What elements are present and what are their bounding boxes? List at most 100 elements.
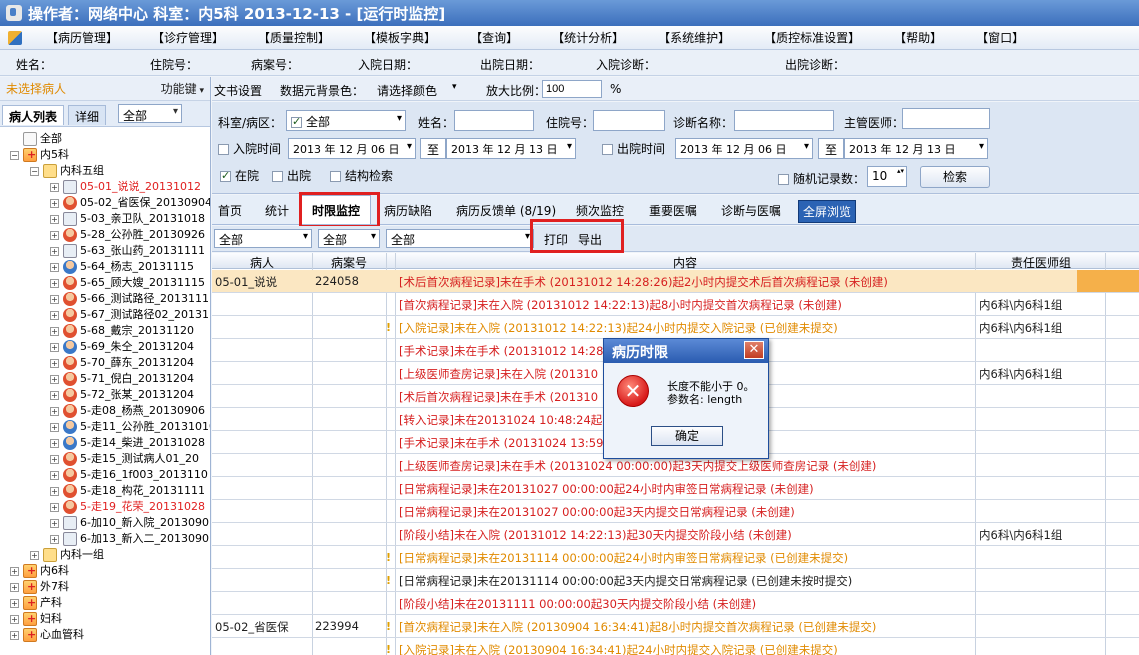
- table-row[interactable]: ! [日常病程记录]未在20131114 00:00:00起3天内提交日常病程记录…: [212, 569, 1139, 592]
- tree-item[interactable]: +5-65_顾大嫂_20131115: [50, 275, 205, 291]
- tab-statistics[interactable]: 统计: [265, 202, 289, 219]
- menu-template-dict[interactable]: 【模板字典】: [354, 27, 446, 48]
- tab-important-orders[interactable]: 重要医嘱: [649, 202, 697, 219]
- expand-icon[interactable]: +: [50, 470, 59, 480]
- expand-icon[interactable]: +: [50, 326, 59, 336]
- table-row[interactable]: [阶段小结]未在20131111 00:00:00起30天内提交阶段小结 (未创…: [212, 592, 1139, 615]
- menu-quality-control[interactable]: 【质量控制】: [248, 27, 340, 48]
- tree-item[interactable]: +5-63_张山药_20131111: [50, 243, 205, 259]
- expand-icon[interactable]: +: [50, 454, 59, 464]
- discharged-option[interactable]: 出院: [272, 167, 311, 184]
- table-row[interactable]: ! [入院记录]未在入院 (20131012 14:22:13)起24小时内提交入…: [212, 316, 1139, 339]
- tree-item[interactable]: +5-走14_柴进_20131028: [50, 435, 205, 451]
- zoom-input[interactable]: [542, 80, 602, 98]
- tree-item[interactable]: +5-03_亲卫队_20131018: [50, 211, 205, 227]
- structured-search-option[interactable]: 结构检索: [330, 167, 393, 184]
- tree-item[interactable]: + 妇科: [10, 611, 62, 627]
- table-row[interactable]: [日常病程记录]未在20131027 00:00:00起3天内提交日常病程记录 …: [212, 500, 1139, 523]
- tree-item[interactable]: 全部: [10, 131, 62, 147]
- tree-item[interactable]: + 产科: [10, 595, 62, 611]
- table-row[interactable]: ! [日常病程记录]未在20131114 00:00:00起24小时内审签日常病程…: [212, 546, 1139, 569]
- expand-icon[interactable]: +: [50, 374, 59, 384]
- expand-icon[interactable]: +: [50, 390, 59, 400]
- structured-search-checkbox[interactable]: [330, 171, 341, 182]
- expand-icon[interactable]: +: [50, 246, 59, 256]
- tree-item[interactable]: +05-01_说说_20131012: [50, 179, 201, 195]
- tree-item[interactable]: − 内5科: [10, 147, 69, 163]
- discharge-from-date[interactable]: 2013 年 12 月 06 日: [675, 138, 813, 159]
- menu-system-maintenance[interactable]: 【系统维护】: [648, 27, 740, 48]
- tree-item[interactable]: +5-66_测试路径_20131111: [50, 291, 210, 307]
- admit-from-date[interactable]: 2013 年 12 月 06 日: [288, 138, 416, 159]
- expand-icon[interactable]: +: [10, 630, 19, 640]
- doc-settings-button[interactable]: 文书设置: [214, 82, 262, 99]
- menu-app-icon[interactable]: [8, 30, 22, 45]
- expand-icon[interactable]: +: [50, 422, 59, 432]
- tree-item[interactable]: +5-走18_构花_20131111: [50, 483, 205, 499]
- filter-select-3[interactable]: 全部: [386, 229, 534, 248]
- tree-item[interactable]: +5-69_朱仝_20131204: [50, 339, 194, 355]
- header-content[interactable]: 内容: [395, 254, 975, 271]
- table-row[interactable]: 05-01_说说 224058 [术后首次病程记录]未在手术 (20131012 1…: [212, 270, 1139, 293]
- header-doctor-group[interactable]: 责任医师组: [976, 254, 1106, 271]
- expand-icon[interactable]: +: [50, 406, 59, 416]
- expand-icon[interactable]: +: [50, 534, 59, 544]
- dept-select[interactable]: 全部: [286, 110, 406, 131]
- admit-to-button[interactable]: 至: [420, 138, 446, 159]
- expand-icon[interactable]: +: [50, 278, 59, 288]
- tree-item[interactable]: +5-28_公孙胜_20130926: [50, 227, 205, 243]
- expand-icon[interactable]: +: [10, 598, 19, 608]
- admit-time-checkbox-label[interactable]: 入院时间: [218, 140, 281, 157]
- filter-select-2[interactable]: 全部: [318, 229, 380, 248]
- search-button[interactable]: 检索: [920, 166, 990, 188]
- table-row[interactable]: [阶段小结]未在入院 (20131012 14:22:13)起30天内提交阶段小…: [212, 523, 1139, 546]
- expand-icon[interactable]: +: [50, 342, 59, 352]
- menu-window[interactable]: 【窗口】: [966, 27, 1034, 48]
- expand-icon[interactable]: +: [50, 310, 59, 320]
- table-row[interactable]: [首次病程记录]未在入院 (20131012 14:22:13)起8小时内提交首…: [212, 293, 1139, 316]
- dept-checkbox[interactable]: [291, 115, 302, 128]
- tree-item[interactable]: +5-走16_1f003_2013110: [50, 467, 208, 483]
- admission-no-input[interactable]: [593, 110, 665, 131]
- expand-icon[interactable]: +: [50, 294, 59, 304]
- expand-icon[interactable]: +: [10, 566, 19, 576]
- expand-icon[interactable]: +: [50, 518, 59, 528]
- fullscreen-button[interactable]: 全屏浏览: [798, 200, 857, 223]
- expand-icon[interactable]: +: [50, 438, 59, 448]
- tree-item[interactable]: +5-70_薛东_20131204: [50, 355, 194, 371]
- expand-icon[interactable]: +: [50, 198, 59, 208]
- menu-query[interactable]: 【查询】: [460, 27, 528, 48]
- expand-icon[interactable]: +: [50, 358, 59, 368]
- expand-icon[interactable]: +: [50, 502, 59, 512]
- tree-item[interactable]: +5-走11_公孙胜_20131010: [50, 419, 210, 435]
- collapse-icon[interactable]: −: [30, 166, 39, 176]
- expand-icon[interactable]: +: [50, 230, 59, 240]
- discharge-to-button[interactable]: 至: [818, 138, 844, 159]
- collapse-icon[interactable]: −: [10, 150, 19, 160]
- tree-item[interactable]: +5-68_戴宗_20131120: [50, 323, 194, 339]
- func-key-dropdown[interactable]: 功能键: [161, 80, 204, 97]
- tree-item[interactable]: +6-加10_新入院_2013090: [50, 515, 209, 531]
- tab-patient-list[interactable]: 病人列表: [2, 105, 65, 125]
- random-records-checkbox[interactable]: [778, 174, 789, 185]
- color-select[interactable]: 请选择颜色: [377, 82, 437, 99]
- tree-item[interactable]: +6-加13_新入二_2013090: [50, 531, 209, 547]
- table-row[interactable]: ! [入院记录]未在入院 (20130904 16:34:41)起24小时内提交入…: [212, 638, 1139, 655]
- tree-item[interactable]: +5-64_杨志_20131115: [50, 259, 194, 275]
- expand-icon[interactable]: +: [10, 582, 19, 592]
- in-hospital-option[interactable]: 在院: [220, 167, 259, 184]
- header-patient[interactable]: 病人: [212, 254, 312, 271]
- tree-item[interactable]: + 内科一组: [30, 547, 104, 563]
- expand-icon[interactable]: +: [50, 262, 59, 272]
- discharged-checkbox[interactable]: [272, 171, 283, 182]
- tab-diagnosis-orders[interactable]: 诊断与医嘱: [721, 202, 781, 219]
- table-row[interactable]: 05-02_省医保 223994! [首次病程记录]未在入院 (20130904 1…: [212, 615, 1139, 638]
- header-record-no[interactable]: 病案号: [312, 254, 386, 271]
- tab-feedback[interactable]: 病历反馈单 (8/19): [456, 202, 556, 219]
- menu-statistics[interactable]: 【统计分析】: [542, 27, 634, 48]
- tree-item[interactable]: − 内科五组: [30, 163, 104, 179]
- menu-medical-records[interactable]: 【病历管理】: [36, 27, 128, 48]
- admit-to-date[interactable]: 2013 年 12 月 13 日: [446, 138, 576, 159]
- doctor-input[interactable]: [902, 108, 990, 129]
- random-records-option[interactable]: 随机记录数：: [778, 170, 865, 187]
